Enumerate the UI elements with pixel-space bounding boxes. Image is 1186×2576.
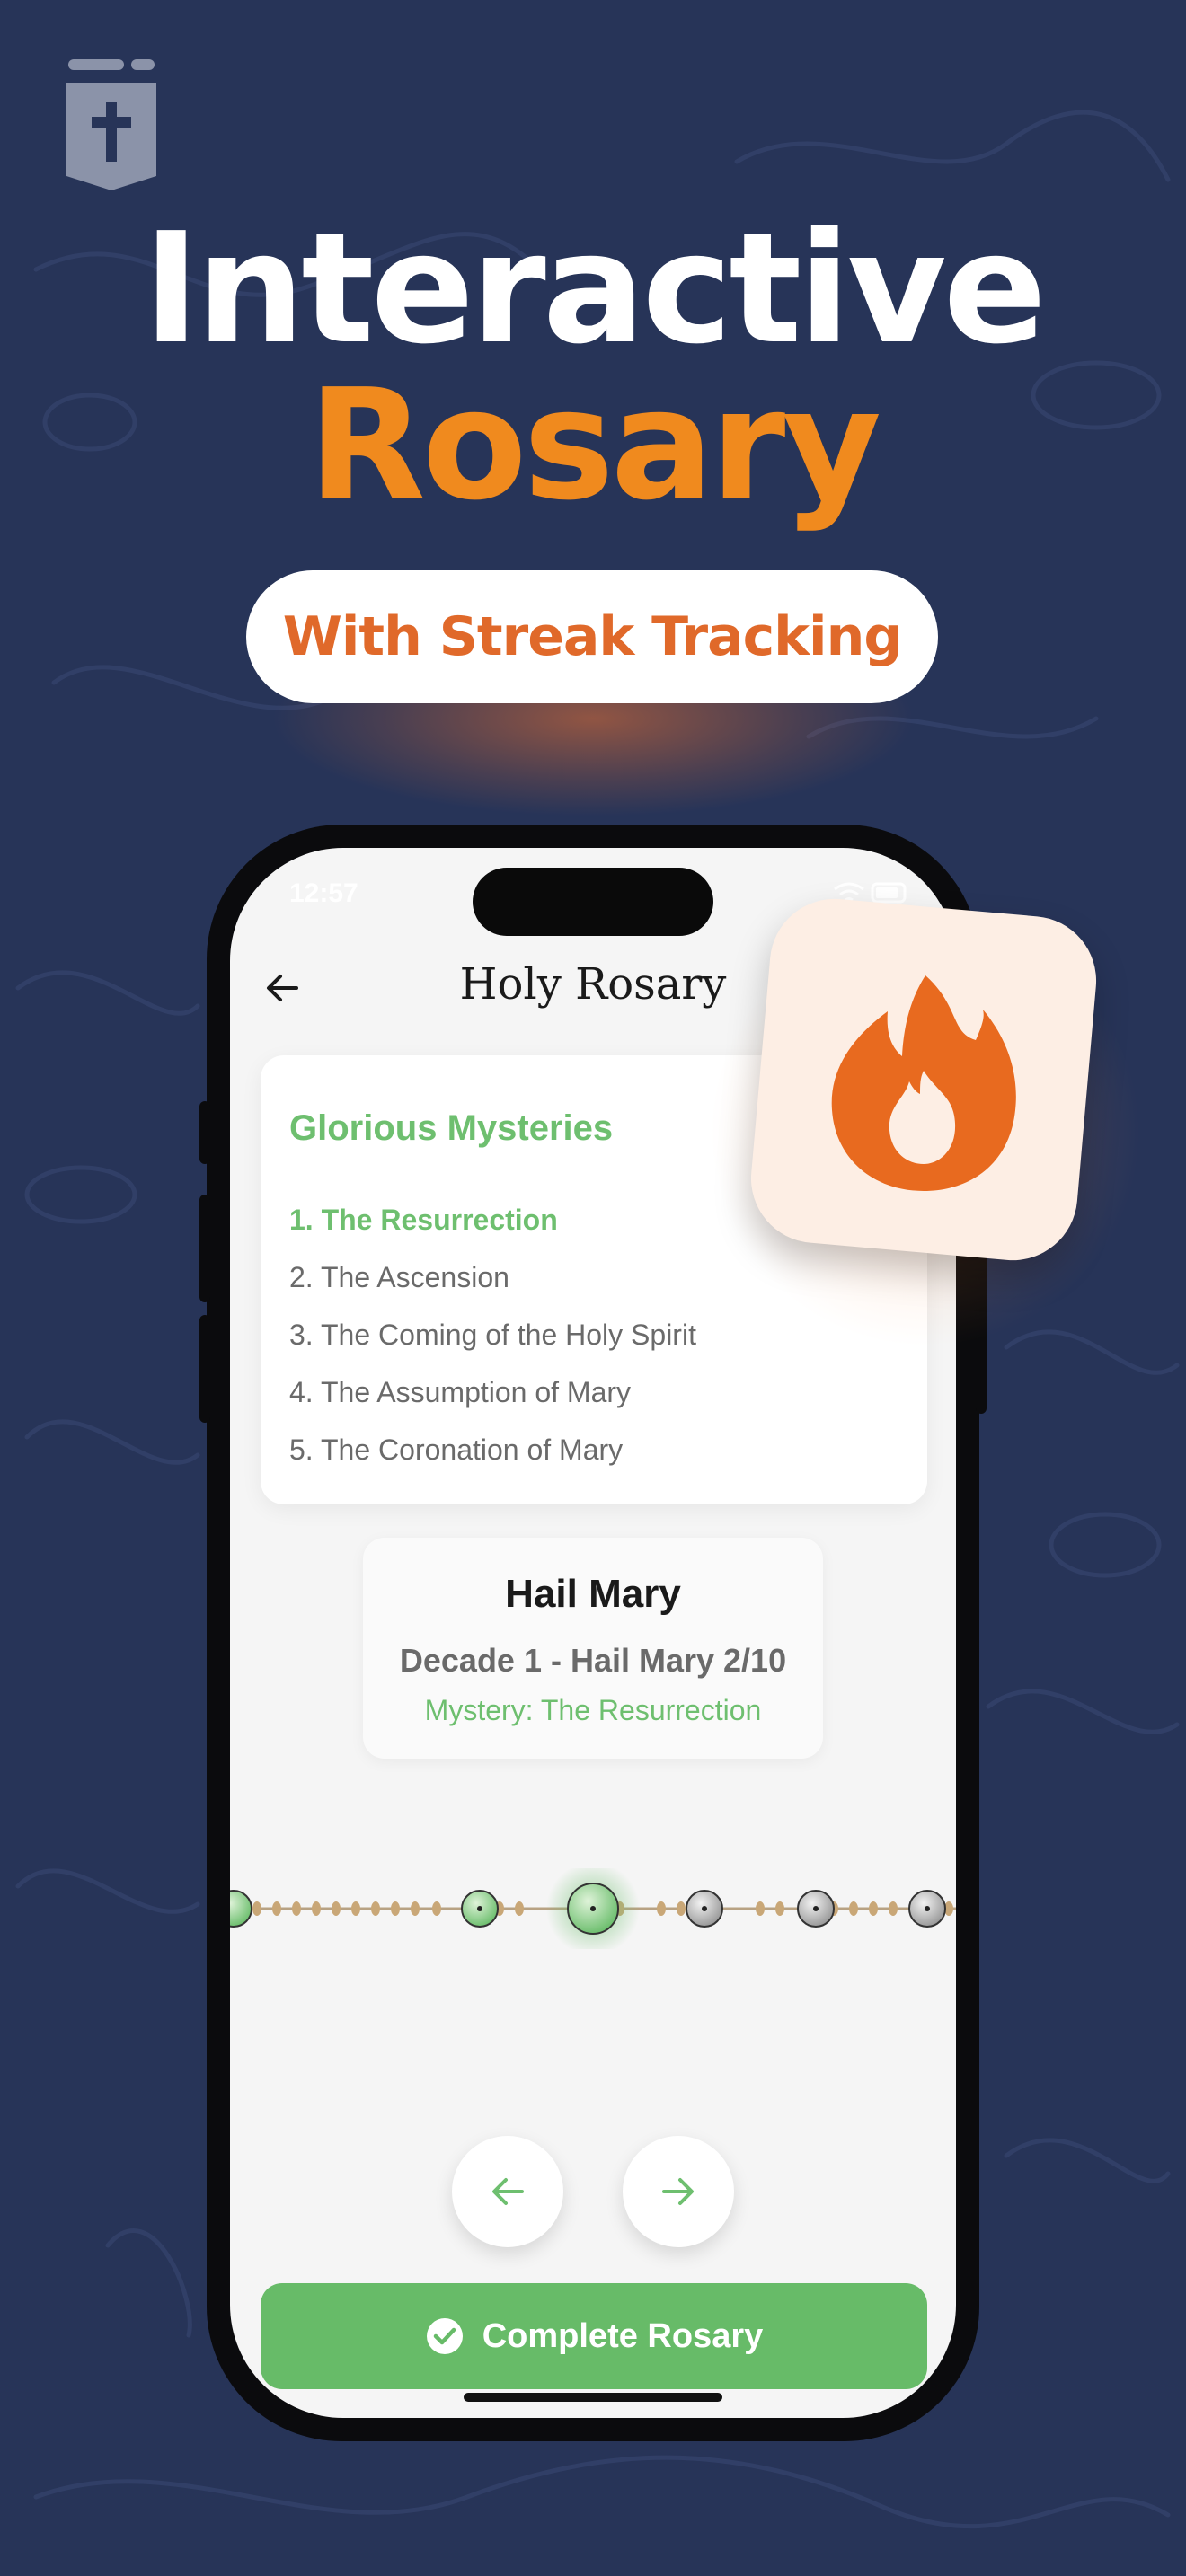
dynamic-island (473, 868, 713, 936)
previous-bead-button[interactable] (452, 2136, 563, 2247)
feature-pill-label: With Streak Tracking (282, 605, 903, 668)
mystery-item[interactable]: 2. The Ascension (289, 1261, 509, 1294)
complete-rosary-label: Complete Rosary (482, 2316, 764, 2355)
mystery-item[interactable]: 1. The Resurrection (289, 1204, 558, 1237)
phone-volume-up (199, 1195, 210, 1302)
check-circle-icon (426, 2318, 463, 2354)
mysteries-title: Glorious Mysteries (289, 1108, 614, 1148)
next-bead-button[interactable] (623, 2136, 734, 2247)
arrow-left-icon (492, 2178, 524, 2205)
rosary-beads[interactable] (230, 1868, 956, 1949)
app-logo (66, 59, 156, 190)
home-indicator (464, 2393, 722, 2402)
back-arrow-icon[interactable] (261, 966, 304, 1010)
headline-line-2: Rosary (307, 357, 881, 534)
mystery-item[interactable]: 5. The Coronation of Mary (289, 1434, 623, 1467)
arrow-right-icon (662, 2178, 694, 2205)
complete-rosary-button[interactable]: Complete Rosary (261, 2283, 927, 2389)
feature-pill: With Streak Tracking (246, 570, 938, 703)
phone-action-button (199, 1101, 210, 1164)
phone-volume-down (199, 1315, 210, 1423)
mystery-item[interactable]: 4. The Assumption of Mary (289, 1376, 631, 1409)
status-time: 12:57 (289, 878, 358, 908)
prayer-mystery: Mystery: The Resurrection (424, 1694, 762, 1726)
headline-line-1: Interactive (143, 200, 1047, 378)
mystery-item[interactable]: 3. The Coming of the Holy Spirit (289, 1319, 696, 1352)
prayer-progress: Decade 1 - Hail Mary 2/10 (399, 1642, 787, 1679)
flame-icon (831, 975, 1016, 1191)
prayer-title: Hail Mary (505, 1572, 681, 1616)
